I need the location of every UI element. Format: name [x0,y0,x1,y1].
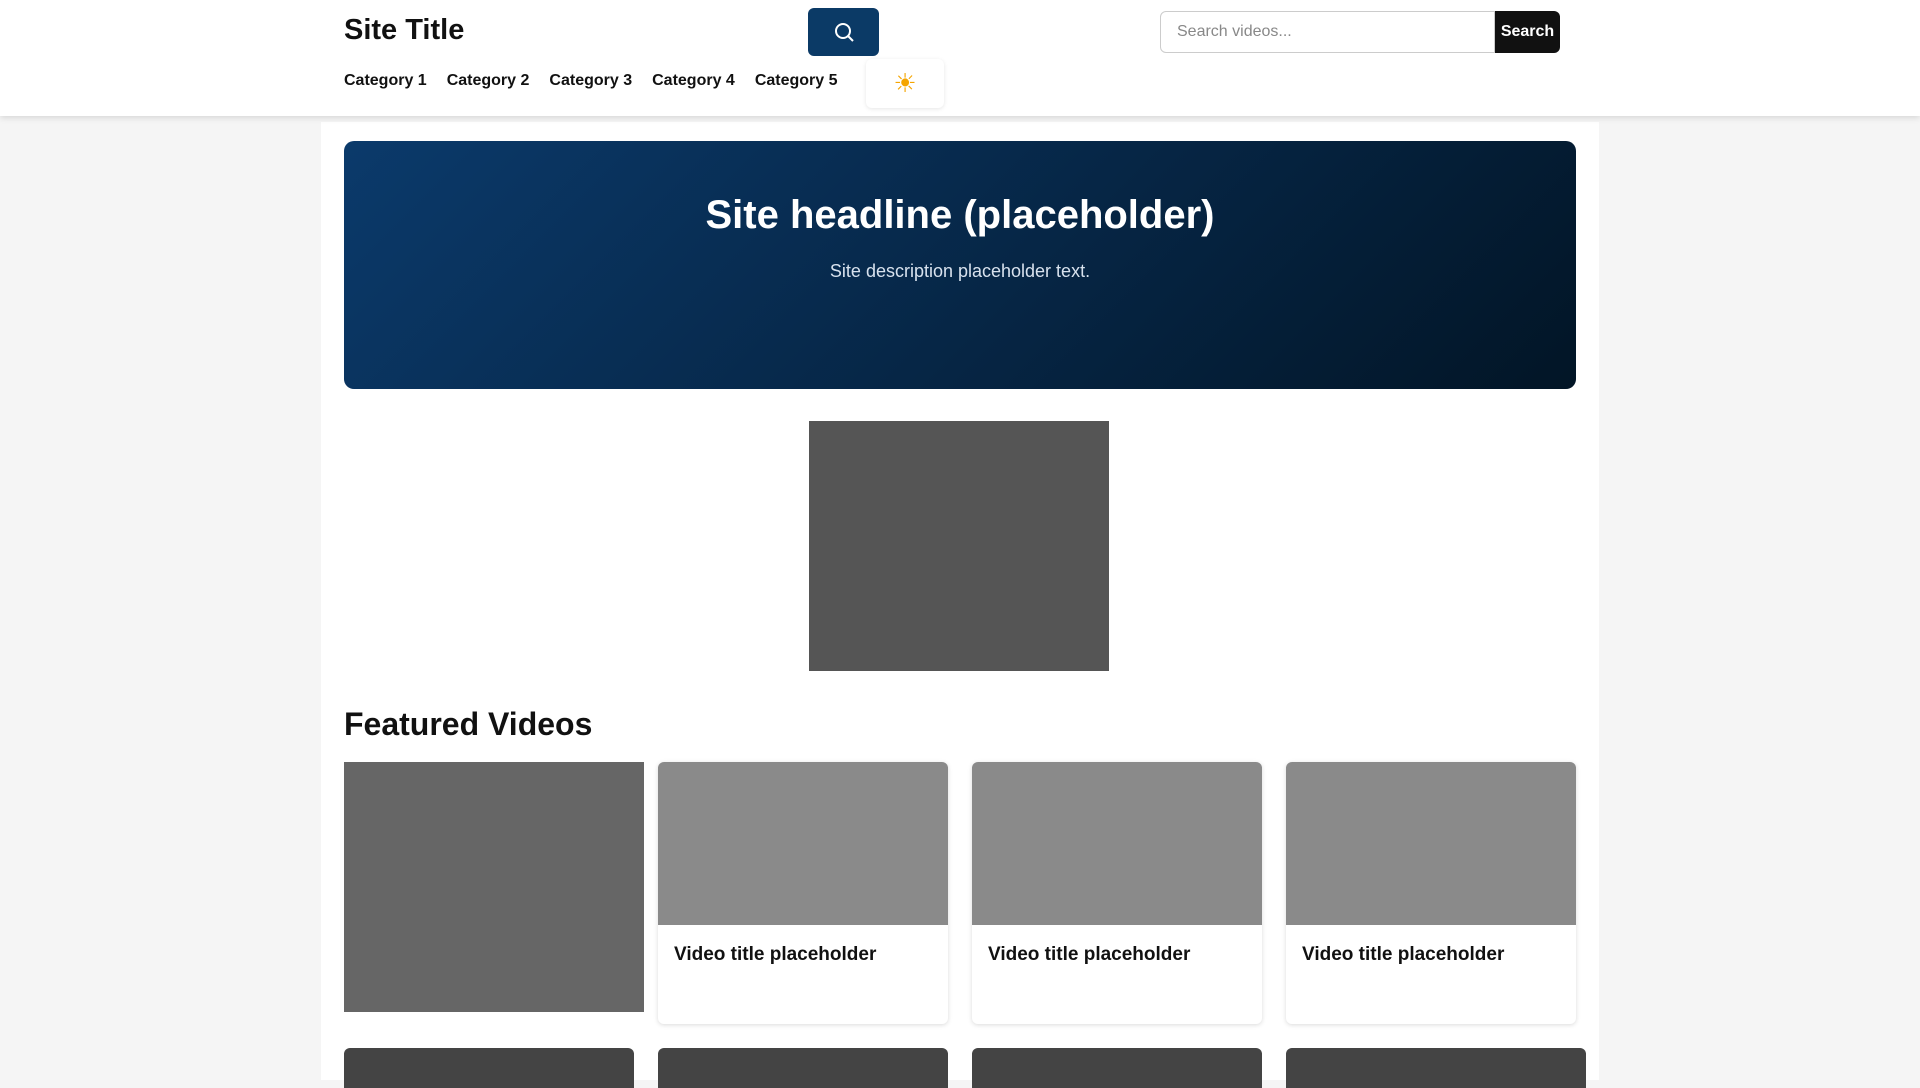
search-input[interactable]: Search videos... [1160,11,1495,53]
header: Site Title Search videos... Search Categ… [0,0,1920,116]
section-title: Featured Videos [344,706,593,742]
video-thumbnail[interactable] [972,762,1262,925]
hero-subtitle: Site description placeholder text. [829,261,1091,281]
video-card[interactable] [972,1048,1262,1088]
nav-item[interactable]: Category 2 [447,72,530,90]
search-button[interactable]: Search [1495,11,1560,53]
nav-item[interactable]: Category 4 [652,72,735,90]
nav-item[interactable]: Category 5 [755,72,838,90]
video-card[interactable] [344,1048,634,1088]
video-thumbnail[interactable] [1286,762,1576,925]
video-card[interactable]: Video title placeholder [1286,762,1576,1024]
video-title[interactable]: Video title placeholder [972,925,1262,984]
nav-item[interactable]: Category 3 [549,72,632,90]
video-thumbnail[interactable] [658,762,948,925]
video-card[interactable]: Video title placeholder [658,762,948,1024]
video-title[interactable]: Video title placeholder [658,925,948,984]
hero-title: Site headline (placeholder) [705,193,1215,237]
search-icon [834,23,854,42]
hero-banner: Site headline (placeholder) Site descrip… [344,141,1576,389]
search-toggle-button[interactable] [808,8,879,56]
video-card[interactable] [658,1048,948,1088]
video-title[interactable]: Video title placeholder [1286,925,1576,984]
video-card[interactable]: Video title placeholder [972,762,1262,1024]
ad-card[interactable] [1286,1048,1586,1088]
main-nav: Category 1 Category 2 Category 3 Categor… [344,72,838,90]
theme-toggle-sun-icon[interactable]: ☀ [866,59,944,108]
site-logo[interactable]: Site Title [344,14,464,47]
nav-item[interactable]: Category 1 [344,72,427,90]
ad-banner[interactable] [809,421,1109,671]
ad-card[interactable] [344,762,644,1012]
